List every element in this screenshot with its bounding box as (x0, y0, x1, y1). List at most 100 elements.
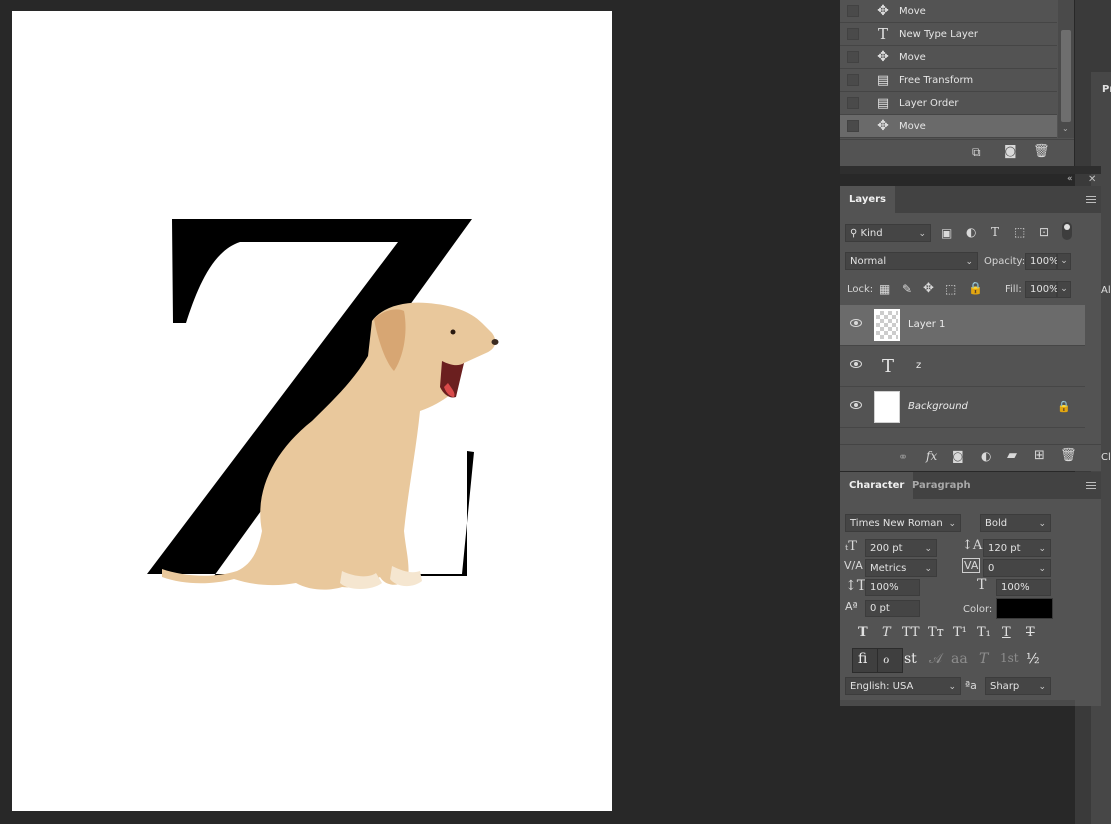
strikethrough-button[interactable]: T (1026, 625, 1035, 640)
discretionary-ligatures-button[interactable]: ℴ (883, 651, 889, 667)
ordinals-button[interactable]: 1st (1000, 651, 1019, 665)
fx-icon[interactable]: fx (926, 449, 937, 463)
filter-pixel-icon[interactable]: ▣ (941, 226, 952, 240)
history-item[interactable]: ✥ Move (840, 46, 1057, 69)
history-scrollbar[interactable]: ⌄ (1058, 0, 1074, 138)
add-mask-icon[interactable]: ◙ (952, 449, 964, 463)
panel-menu-icon[interactable] (1086, 196, 1096, 197)
horizontal-scale-input[interactable]: 100% (996, 579, 1051, 596)
history-item[interactable]: ▤ Layer Order (840, 92, 1057, 115)
folder-icon[interactable]: ▰ (1007, 448, 1017, 463)
history-checkbox[interactable] (847, 120, 859, 132)
fractions-button[interactable]: ½ (1026, 651, 1040, 667)
lock-image-pixels-icon[interactable]: ✎ (902, 282, 912, 296)
new-document-from-state-icon[interactable]: ⧉ (972, 145, 981, 160)
font-size-dropdown[interactable]: 200 pt ⌄ (865, 539, 937, 557)
visibility-eye-icon[interactable] (850, 319, 862, 327)
titling-alternates-button[interactable]: T (979, 651, 988, 667)
color-label: Color: (963, 604, 993, 615)
visibility-eye-icon[interactable] (850, 401, 862, 409)
filter-adjustment-icon[interactable]: ◐ (966, 225, 976, 239)
panel-bottom-edge (840, 700, 1075, 706)
horizontal-scale-icon: T (977, 577, 987, 593)
font-family-dropdown[interactable]: Times New Roman ⌄ (845, 514, 961, 532)
small-caps-button[interactable]: Tт (928, 625, 944, 640)
tab-paragraph[interactable]: Paragraph (903, 472, 980, 499)
fill-dropdown-button[interactable]: ⌄ (1057, 281, 1071, 298)
underline-button[interactable]: T (1002, 625, 1011, 640)
faux-bold-button[interactable]: T (858, 625, 868, 640)
trash-icon[interactable]: 🗑 (1033, 144, 1050, 159)
lock-all-icon[interactable]: 🔒 (968, 281, 983, 295)
history-item[interactable]: T New Type Layer (840, 23, 1057, 46)
chevron-down-icon[interactable]: ⌄ (1062, 124, 1069, 133)
history-item[interactable]: ▤ Free Transform (840, 69, 1057, 92)
layers-scrollbar[interactable] (1085, 305, 1101, 430)
history-checkbox[interactable] (847, 97, 859, 109)
camera-icon[interactable]: ◙ (1004, 144, 1017, 159)
tracking-dropdown[interactable]: 0 ⌄ (983, 559, 1051, 577)
kerning-dropdown[interactable]: Metrics ⌄ (865, 559, 937, 577)
new-layer-icon[interactable]: ⊞ (1034, 448, 1045, 463)
history-checkbox[interactable] (847, 74, 859, 86)
layers-footer: ⚭ fx ◙ ◐ ▰ ⊞ 🗑 (840, 444, 1101, 471)
trash-icon[interactable]: 🗑 (1060, 448, 1077, 463)
leading-dropdown[interactable]: 120 pt ⌄ (983, 539, 1051, 557)
language-dropdown[interactable]: English: USA ⌄ (845, 677, 961, 695)
tab-layers[interactable]: Layers (840, 186, 895, 213)
history-checkbox[interactable] (847, 5, 859, 17)
link-layers-icon[interactable]: ⚭ (898, 450, 908, 464)
history-item[interactable]: ✥ Move (840, 0, 1057, 23)
visibility-eye-icon[interactable] (850, 360, 862, 368)
ligatures-button[interactable]: fi (858, 651, 867, 667)
font-family-value: Times New Roman (850, 518, 943, 529)
panel-divider (840, 166, 1101, 174)
subscript-button[interactable]: T₁ (977, 625, 991, 640)
collapse-panel-icon[interactable]: « (1067, 174, 1073, 184)
panel-menu-icon[interactable] (1086, 482, 1096, 483)
partial-panel-label: Cl (1101, 452, 1111, 463)
lock-position-icon[interactable]: ✥ (923, 281, 934, 296)
text-color-swatch[interactable] (996, 598, 1053, 619)
baseline-shift-icon: Aª (845, 600, 858, 613)
layer-thumbnail (874, 391, 900, 423)
document-canvas[interactable] (12, 11, 612, 811)
history-item-label: Move (899, 5, 926, 17)
antialias-dropdown[interactable]: Sharp ⌄ (985, 677, 1051, 695)
lock-label: Lock: (847, 284, 874, 295)
scrollbar-thumb[interactable] (1061, 30, 1071, 122)
close-panel-icon[interactable]: ✕ (1088, 174, 1096, 185)
all-caps-button[interactable]: TT (902, 625, 920, 640)
baseline-shift-input[interactable]: 0 pt (865, 600, 920, 617)
superscript-button[interactable]: T¹ (953, 625, 967, 640)
chevron-down-icon: ⌄ (1038, 519, 1046, 529)
swash-button[interactable]: 𝒜 (929, 651, 942, 667)
history-checkbox[interactable] (847, 51, 859, 63)
filter-toggle[interactable] (1062, 222, 1072, 240)
layer-row-background[interactable]: Background 🔒 (840, 387, 1085, 428)
opacity-input[interactable]: 100% (1025, 253, 1059, 270)
adjustment-layer-icon[interactable]: ◐ (981, 449, 991, 463)
font-style-dropdown[interactable]: Bold ⌄ (980, 514, 1051, 532)
blend-mode-dropdown[interactable]: Normal ⌄ (845, 252, 978, 270)
filter-shape-icon[interactable]: ⬚ (1014, 225, 1025, 239)
fill-input[interactable]: 100% (1025, 281, 1059, 298)
layer-row-type[interactable]: T z (840, 346, 1085, 387)
kerning-value: Metrics (870, 563, 907, 574)
lock-artboard-icon[interactable]: ⬚ (945, 282, 956, 296)
layer-row-layer-1[interactable]: Layer 1 (840, 305, 1085, 346)
lock-transparent-pixels-icon[interactable]: ▦ (879, 282, 890, 296)
vertical-scale-input[interactable]: 100% (865, 579, 920, 596)
contextual-alternates-button[interactable]: st (904, 651, 917, 667)
opacity-dropdown-button[interactable]: ⌄ (1057, 253, 1071, 270)
history-item-active[interactable]: ✥ Move (840, 115, 1057, 138)
faux-italic-button[interactable]: T (882, 625, 891, 640)
history-checkbox[interactable] (847, 28, 859, 40)
history-footer: ⧉ ◙ 🗑 (840, 139, 1074, 166)
stylistic-alternates-button[interactable]: aa (951, 651, 968, 667)
canvas-artwork (147, 219, 499, 590)
layer-filter-dropdown[interactable]: ⚲ Kind ⌄ (845, 224, 931, 242)
filter-smart-object-icon[interactable]: ⊡ (1039, 225, 1049, 239)
layer-name: z (916, 360, 922, 371)
filter-type-icon[interactable]: T (991, 225, 999, 239)
